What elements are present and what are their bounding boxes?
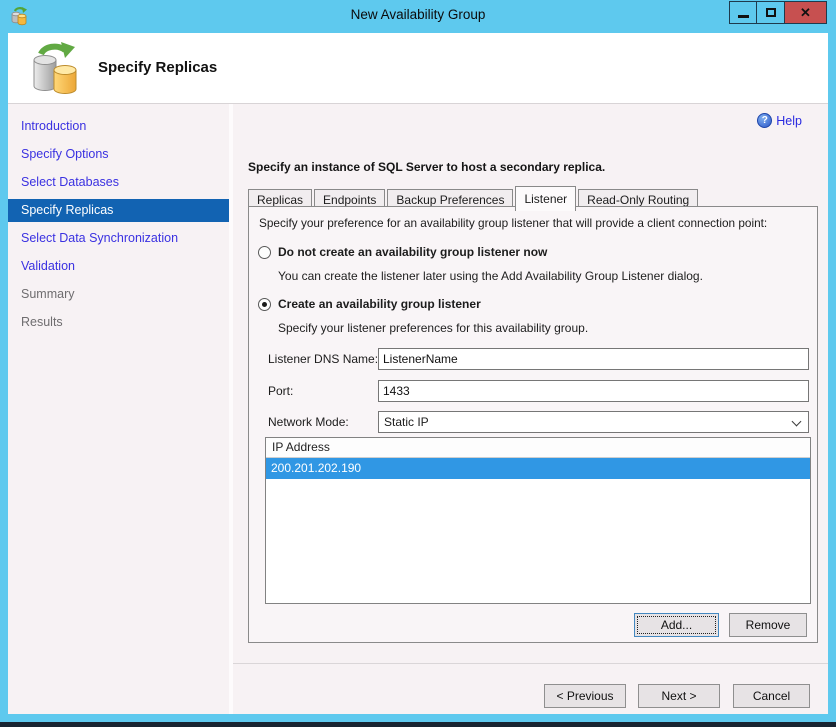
radio-create-listener[interactable]	[258, 298, 271, 311]
wizard-steps-sidebar: Introduction Specify Options Select Data…	[8, 104, 229, 714]
window-controls: ✕	[729, 1, 827, 24]
sidebar-item-summary: Summary	[8, 280, 229, 308]
port-input[interactable]	[378, 380, 809, 402]
dialog-window: New Availability Group ✕	[0, 0, 836, 727]
wizard-footer: < Previous Next > Cancel	[233, 663, 828, 714]
network-mode-label: Network Mode:	[268, 415, 349, 429]
page-title: Specify Replicas	[98, 59, 217, 76]
radio-no-listener-description: You can create the listener later using …	[278, 269, 703, 283]
maximize-button[interactable]	[757, 1, 785, 24]
sidebar-item-results: Results	[8, 308, 229, 336]
maximize-icon	[766, 8, 776, 17]
tab-listener[interactable]: Listener	[515, 186, 576, 211]
close-button[interactable]: ✕	[785, 1, 827, 24]
port-label: Port:	[268, 384, 293, 398]
replica-database-icon	[30, 40, 84, 99]
close-icon: ✕	[800, 5, 811, 21]
sidebar-item-validation[interactable]: Validation	[8, 252, 229, 280]
sidebar-item-specify-options[interactable]: Specify Options	[8, 140, 229, 168]
main-content: ? Help Specify an instance of SQL Server…	[233, 104, 828, 663]
listener-intro-text: Specify your preference for an availabil…	[259, 216, 767, 230]
minimize-icon	[738, 15, 749, 18]
listener-dns-name-input[interactable]	[378, 348, 809, 370]
network-mode-select[interactable]: Static IP	[378, 411, 809, 433]
network-mode-value: Static IP	[384, 415, 429, 429]
chevron-down-icon	[792, 417, 802, 427]
radio-no-listener-label[interactable]: Do not create an availability group list…	[278, 245, 547, 259]
add-button[interactable]: Add...	[634, 613, 719, 637]
help-label: Help	[776, 114, 802, 128]
window-title: New Availability Group	[0, 7, 836, 22]
ip-address-row[interactable]: 200.201.202.190	[266, 458, 810, 479]
listener-dns-name-label: Listener DNS Name:	[268, 352, 378, 366]
sidebar-item-specify-replicas[interactable]: Specify Replicas	[8, 199, 229, 222]
minimize-button[interactable]	[729, 1, 757, 24]
cancel-button[interactable]: Cancel	[733, 684, 810, 708]
help-link[interactable]: ? Help	[757, 113, 802, 128]
radio-create-listener-description: Specify your listener preferences for th…	[278, 321, 588, 335]
sidebar-item-select-data-synchronization[interactable]: Select Data Synchronization	[8, 224, 229, 252]
ip-address-column-header[interactable]: IP Address	[266, 438, 810, 458]
listener-tab-panel: Specify your preference for an availabil…	[248, 206, 818, 643]
wizard-header: Specify Replicas	[8, 33, 828, 104]
remove-button[interactable]: Remove	[729, 613, 807, 637]
previous-button[interactable]: < Previous	[544, 684, 626, 708]
sidebar-item-select-databases[interactable]: Select Databases	[8, 168, 229, 196]
ip-address-list: IP Address 200.201.202.190	[265, 437, 811, 604]
next-button[interactable]: Next >	[638, 684, 720, 708]
sidebar-item-introduction[interactable]: Introduction	[8, 112, 229, 140]
help-icon: ?	[757, 113, 772, 128]
instruction-text: Specify an instance of SQL Server to hos…	[248, 160, 605, 174]
titlebar[interactable]: New Availability Group ✕	[0, 0, 836, 33]
desktop-edge-strip	[0, 722, 836, 727]
radio-no-listener[interactable]	[258, 246, 271, 259]
radio-create-listener-label[interactable]: Create an availability group listener	[278, 297, 481, 311]
